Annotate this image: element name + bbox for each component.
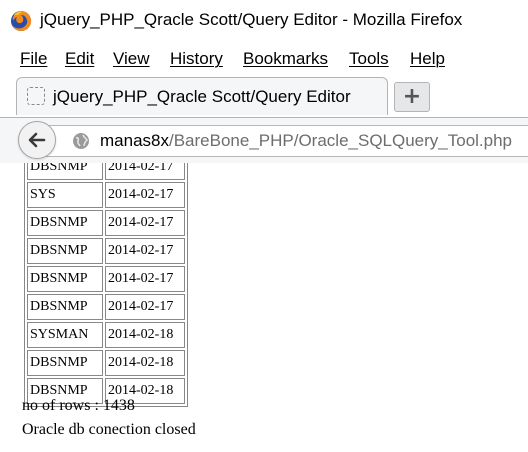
table-cell-user: DBSNMP bbox=[27, 210, 103, 236]
table-cell-date: 2014-02-17 bbox=[105, 294, 185, 320]
menu-file[interactable]: File bbox=[20, 49, 47, 69]
table-cell-user: DBSNMP bbox=[27, 266, 103, 292]
table-row: DBSNMP 2014-02-18 bbox=[27, 350, 185, 376]
menu-edit[interactable]: Edit bbox=[65, 49, 94, 69]
table-row: SYSMAN 2014-02-18 bbox=[27, 322, 185, 348]
window-title: jQuery_PHP_Qracle Scott/Query Editor - M… bbox=[40, 10, 463, 29]
results-table: DBSNMP 2014-02-17 SYS 2014-02-17 DBSNMP 2014-… bbox=[24, 163, 188, 407]
row-count-text: no of rows : 1438 bbox=[22, 397, 135, 414]
menu-bar: File Edit View History Bookmarks Tools H… bbox=[0, 44, 528, 74]
new-tab-button[interactable]: + bbox=[394, 82, 430, 112]
table-cell-date: 2014-02-18 bbox=[105, 350, 185, 376]
table-cell-user: DBSNMP bbox=[27, 294, 103, 320]
back-button[interactable] bbox=[18, 121, 56, 159]
table-cell-date: 2014-02-17 bbox=[105, 238, 185, 264]
menu-history[interactable]: History bbox=[170, 49, 223, 69]
table-cell-user: DBSNMP bbox=[27, 238, 103, 264]
table-cell-date: 2014-02-17 bbox=[105, 163, 185, 180]
table-cell-user: SYSMAN bbox=[27, 322, 103, 348]
menu-tools[interactable]: Tools bbox=[349, 49, 389, 69]
url-domain: manas8x bbox=[100, 131, 169, 150]
title-bar: jQuery_PHP_Qracle Scott/Query Editor - M… bbox=[0, 0, 528, 44]
table-row: DBSNMP 2014-02-17 bbox=[27, 238, 185, 264]
table-row: DBSNMP 2014-02-17 bbox=[27, 210, 185, 236]
menu-bookmarks[interactable]: Bookmarks bbox=[243, 49, 328, 69]
url-text[interactable]: manas8x/BareBone_PHP/Oracle_SQLQuery_Too… bbox=[100, 131, 512, 151]
table-cell-date: 2014-02-17 bbox=[105, 182, 185, 208]
menu-view[interactable]: View bbox=[113, 49, 150, 69]
url-path: /BareBone_PHP/Oracle_SQLQuery_Tool.php bbox=[168, 131, 513, 150]
table-cell-user: SYS bbox=[27, 182, 103, 208]
back-arrow-icon bbox=[28, 132, 46, 148]
table-row: DBSNMP 2014-02-17 bbox=[27, 163, 185, 180]
table-row: DBSNMP 2014-02-17 bbox=[27, 266, 185, 292]
tab-query-editor[interactable]: jQuery_PHP_Qracle Scott/Query Editor bbox=[16, 77, 388, 115]
table-cell-date: 2014-02-17 bbox=[105, 266, 185, 292]
navigation-bar: manas8x/BareBone_PHP/Oracle_SQLQuery_Too… bbox=[0, 117, 528, 163]
page-content: DBSNMP 2014-02-17 SYS 2014-02-17 DBSNMP 2014-… bbox=[0, 163, 528, 452]
globe-icon bbox=[73, 133, 89, 149]
firefox-icon bbox=[11, 10, 32, 31]
connection-status-text: Oracle db conection closed bbox=[22, 421, 196, 438]
table-row: DBSNMP 2014-02-17 bbox=[27, 294, 185, 320]
table-row: SYS 2014-02-17 bbox=[27, 182, 185, 208]
table-cell-date: 2014-02-18 bbox=[105, 322, 185, 348]
table-cell-user: DBSNMP bbox=[27, 163, 103, 180]
table-cell-user: DBSNMP bbox=[27, 350, 103, 376]
menu-help[interactable]: Help bbox=[410, 49, 445, 69]
tab-strip: jQuery_PHP_Qracle Scott/Query Editor + bbox=[0, 74, 528, 118]
blank-page-icon bbox=[27, 87, 45, 105]
table-cell-date: 2014-02-17 bbox=[105, 210, 185, 236]
tab-label: jQuery_PHP_Qracle Scott/Query Editor bbox=[53, 87, 351, 106]
